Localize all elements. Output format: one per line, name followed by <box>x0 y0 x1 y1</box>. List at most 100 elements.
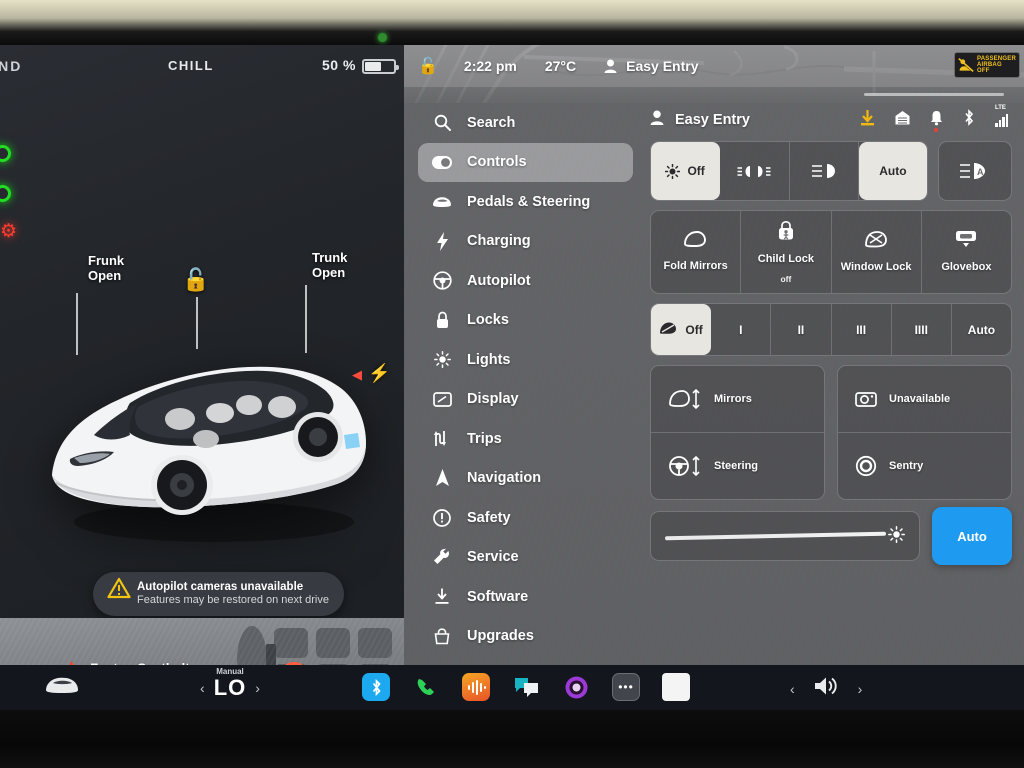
steering-adjust-icon <box>669 455 700 476</box>
mirrors-adjust-button[interactable]: Mirrors <box>651 366 824 433</box>
bolt-icon <box>432 231 452 251</box>
controls-content: Easy Entry LTE Off Auto A Fold Mirrors C… <box>650 103 1012 565</box>
unlock-icon[interactable]: 🔓 <box>418 56 438 76</box>
autopilot-warning-toast[interactable]: Autopilot cameras unavailable Features m… <box>93 572 344 616</box>
auto-high-beam-button[interactable]: A <box>938 141 1012 201</box>
fold-mirrors-button[interactable]: Fold Mirrors <box>651 211 742 293</box>
sidebar-item-trips[interactable]: Trips <box>418 419 633 459</box>
dashcam-label: Unavailable <box>889 392 951 405</box>
sidebar-item-upgrades[interactable]: Upgrades <box>418 617 633 657</box>
safety-icon <box>432 508 452 528</box>
window-lock-button[interactable]: Window Lock <box>832 211 922 293</box>
software-download-icon[interactable] <box>860 109 875 131</box>
steering-label: Steering <box>714 459 759 472</box>
chevron-left-icon[interactable]: ‹ <box>200 680 205 696</box>
media-app-icon[interactable] <box>462 673 490 701</box>
bottom-dock: Manual ‹ LO › ••• ‹ › <box>0 665 1024 710</box>
vehicle-render[interactable] <box>34 307 384 552</box>
headlight-mode-row: Off Auto <box>650 141 928 201</box>
controls-menu: Search Controls Pedals & Steering Charging A… <box>418 103 633 656</box>
quick-controls-row: Fold Mirrors Child Lock off Window Lock Glov… <box>650 210 1012 294</box>
sidebar-item-software[interactable]: Software <box>418 577 633 617</box>
sidebar-item-charging[interactable]: Charging <box>418 222 633 262</box>
frunk-callout: Frunk Open <box>88 253 125 284</box>
display-icon <box>432 389 452 409</box>
bluetooth-icon[interactable] <box>963 109 975 131</box>
brightness-slider[interactable] <box>664 524 905 548</box>
parking-lights-button[interactable] <box>720 142 790 200</box>
brightness-sun-icon <box>888 525 905 547</box>
trips-icon <box>432 429 452 449</box>
chevron-left-icon[interactable]: ‹ <box>790 681 795 697</box>
sidebar-item-display[interactable]: Display <box>418 380 633 420</box>
sidebar-item-search[interactable]: Search <box>418 103 633 143</box>
screen-bezel-bottom <box>0 710 1024 768</box>
phone-app-icon[interactable] <box>412 673 440 701</box>
upgrade-icon <box>432 626 452 646</box>
mirrors-label: Mirrors <box>714 392 752 405</box>
sidebar-item-label: Search <box>467 114 516 131</box>
wiper-ii-button[interactable]: II <box>771 304 832 355</box>
wiper-off-button[interactable]: Off <box>651 304 712 355</box>
glovebox-button[interactable]: Glovebox <box>922 211 1011 293</box>
toast-subtitle: Features may be restored on next drive <box>137 594 329 607</box>
trunk-callout: Trunk Open <box>312 250 348 281</box>
sidebar-item-controls[interactable]: Controls <box>418 142 633 182</box>
wiper-auto-button[interactable]: Auto <box>952 304 1011 355</box>
blank-app-icon[interactable] <box>662 673 690 701</box>
tesla-screen: RND CHILL 50 % ⚙ Frunk Open Trunk Open <box>0 45 1024 710</box>
sentry-mode-button[interactable]: Sentry <box>838 433 1011 500</box>
more-apps-icon[interactable]: ••• <box>612 673 640 701</box>
search-icon <box>432 113 452 133</box>
low-beam-button[interactable] <box>790 142 859 200</box>
volume-control[interactable]: ‹ › <box>790 675 862 702</box>
drive-mode-label: CHILL <box>168 58 214 73</box>
bluetooth-app-icon[interactable] <box>362 673 390 701</box>
sidebar-item-service[interactable]: Service <box>418 538 633 578</box>
sidebar-item-autopilot[interactable]: Autopilot <box>418 261 633 301</box>
speaker-icon[interactable] <box>813 675 840 702</box>
headlight-off-button[interactable]: Off <box>651 142 721 200</box>
outside-temperature: 27°C <box>544 58 577 74</box>
dashcam-button[interactable]: Unavailable <box>838 366 1011 433</box>
wiper-iii-button[interactable]: III <box>832 304 892 355</box>
messages-app-icon[interactable] <box>512 673 540 701</box>
sidebar-item-lights[interactable]: Lights <box>418 340 633 380</box>
child-lock-icon <box>777 220 795 246</box>
brightness-auto-label: Auto <box>957 528 987 544</box>
app-launcher-row: ••• <box>362 673 690 701</box>
chevron-right-icon[interactable]: › <box>858 681 863 697</box>
screen-bezel-top <box>0 0 1024 45</box>
driving-pane: RND CHILL 50 % ⚙ Frunk Open Trunk Open <box>0 45 404 710</box>
wiper-speed-row: Off I II III IIII Auto <box>650 303 1012 356</box>
wiper-i-button[interactable]: I <box>711 304 772 355</box>
wiper-iiii-button[interactable]: IIII <box>892 304 952 355</box>
toggle-icon <box>432 152 452 172</box>
driver-profile-name[interactable]: Easy Entry <box>626 58 698 74</box>
sidebar-item-pedals-steering[interactable]: Pedals & Steering <box>418 182 633 222</box>
sidebar-item-navigation[interactable]: Navigation <box>418 459 633 499</box>
brightness-auto-button[interactable]: Auto <box>932 507 1012 565</box>
voice-app-icon[interactable] <box>562 673 590 701</box>
wiper-label: I <box>739 322 743 337</box>
wiper-label: III <box>856 322 867 337</box>
garage-door-icon[interactable] <box>895 110 910 130</box>
notification-bell-icon[interactable] <box>930 110 943 132</box>
climate-control[interactable]: Manual ‹ LO › <box>170 667 290 709</box>
controls-pane: 🔓 2:22 pm 27°C Easy Entry PASSENGER AIRB… <box>404 45 1024 665</box>
charge-bolt-icon: ⚡ <box>368 363 391 383</box>
sidebar-item-label: Lights <box>467 351 511 368</box>
car-front-icon[interactable] <box>44 675 80 700</box>
headlight-auto-button[interactable]: Auto <box>858 142 927 200</box>
steering-adjust-button[interactable]: Steering <box>651 433 824 500</box>
panel-drag-handle[interactable] <box>864 93 1004 96</box>
clock: 2:22 pm <box>463 58 517 74</box>
child-lock-button[interactable]: Child Lock off <box>741 211 832 293</box>
tile-label: Window Lock <box>840 261 912 274</box>
chevron-right-icon[interactable]: › <box>255 680 260 696</box>
tile-label: Child Lock <box>757 253 814 266</box>
sidebar-item-label: Service <box>467 549 519 566</box>
low-beam-icon <box>811 164 835 178</box>
sidebar-item-safety[interactable]: Safety <box>418 498 633 538</box>
sidebar-item-locks[interactable]: Locks <box>418 301 633 341</box>
